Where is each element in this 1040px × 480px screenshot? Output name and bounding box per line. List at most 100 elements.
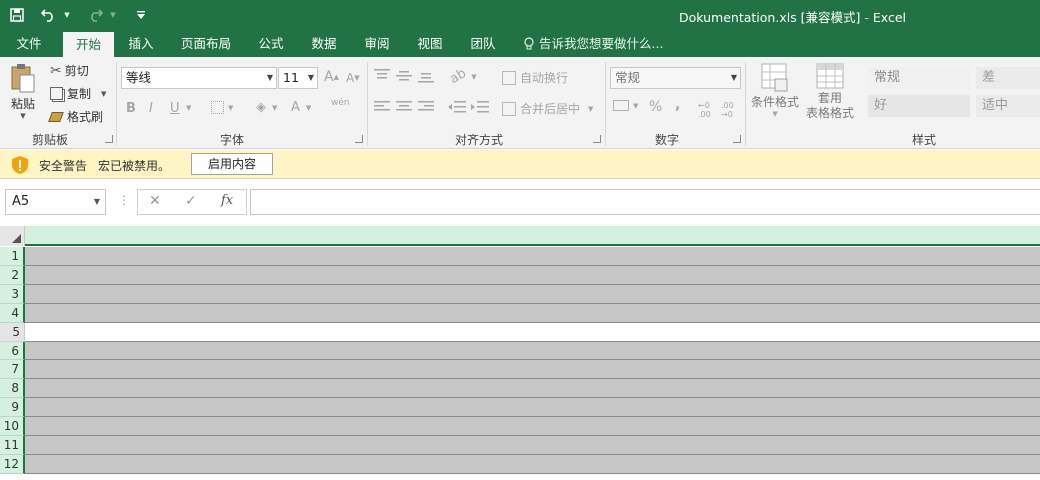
font-size-value: 11 [283, 70, 299, 85]
tab-insert[interactable]: 插入 [122, 30, 160, 57]
table-row[interactable] [25, 360, 1040, 379]
customize-icon[interactable] [130, 4, 152, 26]
security-warning-bar: 安全警告 宏已被禁用。 启用内容 [0, 150, 1040, 179]
copy-button[interactable]: 复制 ▼ [50, 85, 106, 102]
name-box[interactable]: A5 ▼ [5, 189, 106, 215]
row-header[interactable]: 10 [0, 417, 25, 436]
table-row[interactable] [25, 285, 1040, 304]
row-header[interactable]: 5 [0, 323, 25, 342]
table-row[interactable] [25, 323, 1040, 342]
confirm-icon[interactable]: ✓ [185, 193, 197, 209]
undo-dropdown-icon[interactable]: ▼ [56, 4, 78, 26]
increase-indent-icon[interactable] [471, 101, 489, 113]
tab-team[interactable]: 团队 [465, 30, 501, 57]
clipboard-launcher-icon[interactable] [105, 135, 113, 143]
paste-button[interactable]: 粘贴 ▼ [10, 63, 36, 120]
underline-dropdown-icon[interactable]: ▼ [186, 104, 191, 112]
tab-home[interactable]: 开始 [63, 32, 114, 57]
align-bottom-icon[interactable] [418, 71, 434, 83]
tab-page-layout[interactable]: 页面布局 [176, 30, 236, 57]
formula-bar: A5 ▼ ⋮ ✕ ✓ fx [0, 179, 1040, 226]
style-bad[interactable]: 差 [976, 67, 1040, 89]
paste-dropdown-icon[interactable]: ▼ [20, 112, 25, 120]
bold-button[interactable]: B [126, 101, 136, 116]
table-row[interactable] [25, 417, 1040, 436]
row-header[interactable]: 11 [0, 436, 25, 455]
redo-dropdown-icon[interactable]: ▼ [102, 4, 124, 26]
fill-color-button[interactable]: ◈ ▼ [256, 100, 277, 115]
row-header[interactable]: 9 [0, 398, 25, 417]
cut-button[interactable]: ✂ 剪切 [50, 62, 89, 79]
number-launcher-icon[interactable] [733, 135, 741, 143]
percent-button[interactable]: % [649, 99, 662, 115]
style-neutral[interactable]: 适中 [976, 95, 1040, 117]
font-launcher-icon[interactable] [355, 135, 363, 143]
row-header[interactable]: 4 [0, 304, 25, 323]
italic-button[interactable]: I [149, 101, 153, 116]
number-format-combo[interactable]: 常规 ▼ [610, 67, 741, 89]
table-row[interactable] [25, 436, 1040, 455]
underline-button[interactable]: U [170, 101, 180, 116]
row-header[interactable]: 2 [0, 266, 25, 285]
table-row[interactable] [25, 398, 1040, 417]
save-icon[interactable] [6, 4, 28, 26]
decrease-decimal-icon[interactable]: .00 →0 [721, 101, 734, 119]
align-center-icon[interactable] [396, 101, 412, 113]
divider [745, 62, 746, 146]
row-header[interactable]: 7 [0, 360, 25, 379]
copy-dropdown-icon[interactable]: ▼ [101, 90, 106, 98]
style-good[interactable]: 好 [868, 95, 970, 117]
font-name-combo[interactable]: 等线 ▼ [121, 67, 277, 89]
table-row[interactable] [25, 247, 1040, 266]
formula-input[interactable] [250, 189, 1040, 215]
row-header[interactable]: 3 [0, 285, 25, 304]
align-right-icon[interactable] [418, 101, 434, 113]
font-size-combo[interactable]: 11 ▼ [278, 67, 318, 89]
format-as-table-button[interactable]: 套用 表格格式 [806, 63, 854, 121]
table-row[interactable] [25, 266, 1040, 285]
shrink-font-button[interactable]: A ▼ [346, 71, 360, 85]
align-middle-icon[interactable] [396, 69, 412, 81]
warning-shield-icon [12, 156, 28, 174]
tell-me-box[interactable]: 告诉我您想要做什么... [523, 30, 663, 57]
vertical-dots-icon[interactable]: ⋮ [118, 193, 130, 207]
table-row[interactable] [25, 342, 1040, 360]
decrease-indent-icon[interactable] [448, 101, 466, 113]
tab-formulas[interactable]: 公式 [253, 30, 289, 57]
grow-font-button[interactable]: A ▲ [324, 69, 339, 85]
wrap-text-icon [502, 70, 516, 85]
row-header[interactable]: 6 [0, 342, 25, 360]
style-normal[interactable]: 常规 [868, 67, 970, 89]
phonetic-button[interactable]: wén [331, 98, 350, 108]
row-header[interactable]: 8 [0, 379, 25, 398]
tab-view[interactable]: 视图 [412, 30, 448, 57]
ribbon: 粘贴 ▼ ✂ 剪切 复制 ▼ 格式刷 剪贴板 等线 ▼ 11 ▼ A ▲ A ▼ B… [0, 57, 1040, 149]
comma-button[interactable]: , [675, 97, 680, 113]
paste-icon [11, 64, 35, 93]
align-top-icon[interactable] [374, 69, 390, 81]
wrap-text-button[interactable]: 自动换行 [502, 69, 568, 86]
cancel-icon[interactable]: ✕ [149, 193, 161, 209]
borders-button[interactable]: ▼ [211, 101, 233, 114]
enable-content-button[interactable]: 启用内容 [191, 153, 273, 175]
ribbon-tabs: 文件 开始 插入 页面布局 公式 数据 审阅 视图 团队 告诉我您想要做什么..… [0, 30, 1040, 57]
conditional-format-button[interactable]: 条件格式 ▼ [751, 63, 799, 118]
tab-review[interactable]: 审阅 [359, 30, 395, 57]
row-header[interactable]: 1 [0, 247, 25, 266]
font-color-button[interactable]: A ▼ [291, 100, 311, 115]
row-header[interactable]: 12 [0, 455, 25, 474]
format-painter-button[interactable]: 格式刷 [48, 108, 103, 125]
accounting-format-button[interactable]: ▼ [613, 100, 638, 111]
table-row[interactable] [25, 379, 1040, 398]
merge-center-button[interactable]: 合并后居中 ▼ [502, 100, 593, 117]
tab-data[interactable]: 数据 [306, 30, 342, 57]
select-all-button[interactable] [0, 226, 25, 246]
table-row[interactable] [25, 304, 1040, 323]
orientation-button[interactable]: ab ▼ [447, 66, 476, 87]
insert-function-icon[interactable]: fx [221, 193, 233, 208]
table-row[interactable] [25, 455, 1040, 474]
align-left-icon[interactable] [374, 101, 390, 113]
alignment-launcher-icon[interactable] [593, 135, 601, 143]
tab-file[interactable]: 文件 [6, 30, 52, 57]
increase-decimal-icon[interactable]: ←0.00 [698, 101, 711, 119]
